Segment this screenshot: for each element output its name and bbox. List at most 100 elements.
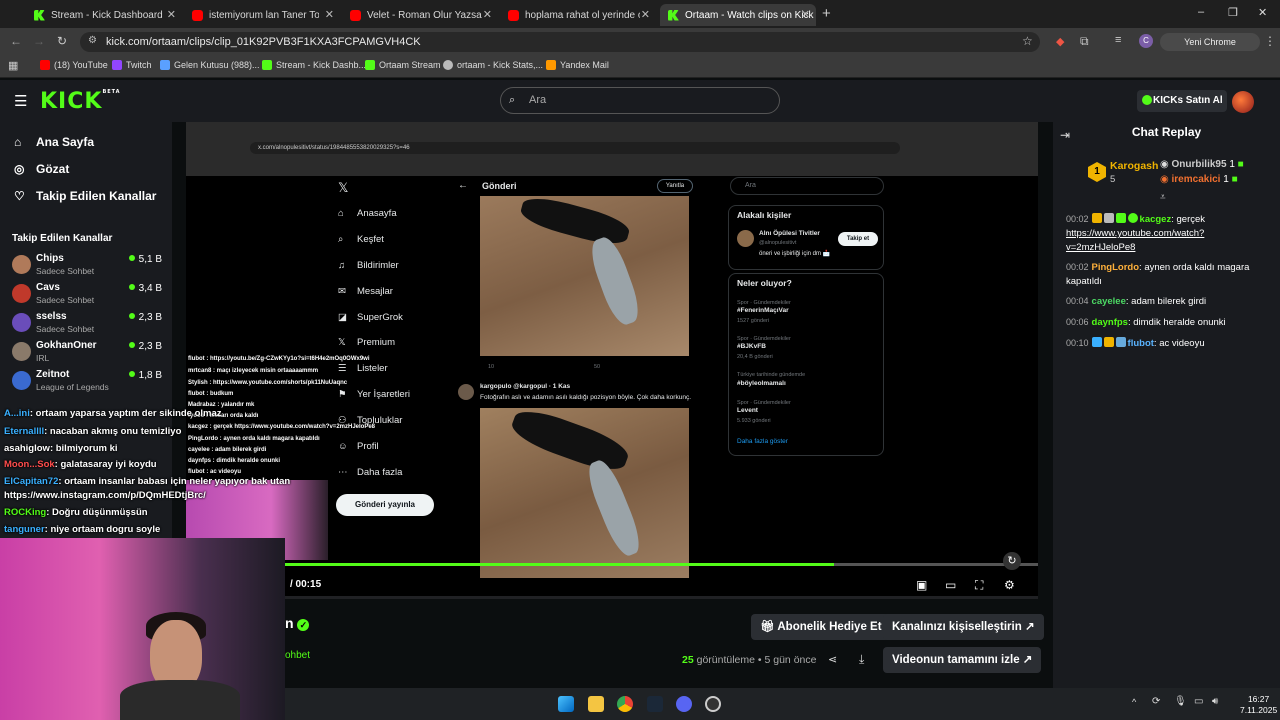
pip-icon[interactable]: ▣ — [916, 578, 927, 592]
x-post-image — [480, 403, 689, 578]
bookmark-label: Yandex Mail — [560, 60, 609, 70]
followed-channel[interactable]: Zeitnot League of Legends 1,8 B — [12, 369, 162, 395]
channel-name: sselss — [36, 311, 67, 322]
video-time: / 00:15 — [290, 579, 322, 590]
fullscreen-icon[interactable]: ⛶ — [975, 578, 983, 593]
bookmark-youtube[interactable]: (18) YouTube — [40, 60, 108, 70]
display-icon[interactable]: ▭ — [1194, 696, 1203, 707]
logo-beta: BETA — [102, 89, 121, 95]
bookmark-star-icon[interactable]: ☆ — [1022, 34, 1033, 48]
close-icon[interactable]: ✕ — [641, 8, 650, 21]
gift-subscription-button[interactable]: 🎁︎ Abonelik Hediye Et — [751, 614, 891, 640]
twitch-icon — [112, 60, 122, 70]
site-info-icon[interactable]: ⚙ — [88, 35, 97, 46]
bookmark-yandex-mail[interactable]: Yandex Mail — [546, 60, 609, 70]
customize-channel-button[interactable]: Kanalınızı kişiselleştirin ↗ — [883, 614, 1044, 640]
chrome-update-button[interactable]: Yeni Chrome kullanılabilir — [1160, 33, 1260, 65]
grok-icon: ◪ — [338, 312, 347, 323]
sidebar-item-home[interactable]: ⌂ Ana Sayfa — [14, 135, 94, 149]
inner-chat-line: PingLordo : aynen orda kaldı magara kapa… — [188, 436, 320, 442]
followed-channel[interactable]: Chips Sadece Sohbet 5,1 B — [12, 253, 162, 279]
clip-age: 5 gün önce — [764, 654, 817, 666]
close-icon[interactable]: ✕ — [325, 8, 334, 21]
trend-category: Türkiye tarihinde gündemde — [737, 372, 806, 378]
profile-avatar[interactable]: C — [1139, 34, 1153, 48]
replay-icon[interactable]: ↻ — [1003, 552, 1021, 570]
browser-tab-ortaam-clips[interactable]: Ortaam - Watch clips on Kick ✕ — [660, 4, 816, 26]
browser-tab-kick-dashboard[interactable]: Stream - Kick Dashboard ✕ — [26, 4, 182, 26]
sidebar-item-following[interactable]: ♡ Takip Edilen Kanallar — [14, 189, 156, 203]
kick-logo[interactable]: KICKBETA — [40, 89, 121, 114]
chat-message: 00:04 cayelee: adam bilerek girdi — [1066, 296, 1207, 307]
browser-tab-youtube-2[interactable]: Velet - Roman Olur Yazsam Sen✕ — [342, 4, 498, 26]
close-icon[interactable]: ✕ — [167, 8, 176, 21]
browser-tab-youtube-3[interactable]: hoplama rahat ol yerinde otur✕ — [500, 4, 656, 26]
url-bar[interactable]: kick.com/ortaam/clips/clip_01K92PVB3F1KX… — [80, 32, 1040, 52]
new-tab-button[interactable]: + — [822, 5, 831, 22]
search-input[interactable]: Ara — [500, 87, 780, 114]
bookmark-kick-stats[interactable]: ortaam - Kick Stats,... — [443, 60, 543, 70]
media-icon[interactable]: ≡ — [1115, 34, 1121, 46]
forward-icon[interactable]: → — [33, 34, 45, 48]
extensions-puzzle-icon[interactable]: ⧉ — [1080, 34, 1089, 49]
chat-user[interactable]: cayelee — [1092, 296, 1126, 307]
chrome-icon[interactable] — [617, 696, 633, 712]
share-icon[interactable]: ⋖ — [828, 653, 837, 666]
download-icon[interactable]: ⤓ — [859, 652, 864, 667]
reload-icon[interactable]: ↻ — [57, 34, 67, 48]
back-icon[interactable]: ← — [10, 34, 22, 48]
chat-user: asahiglow — [4, 443, 50, 454]
tray-chevron-icon[interactable]: ^ — [1132, 697, 1136, 707]
top-gifter-name[interactable]: Karogash — [1110, 160, 1158, 172]
extension-icon[interactable]: ◆ — [1056, 35, 1064, 48]
watch-full-video-button[interactable]: Videonun tamamını izle ↗ — [883, 647, 1042, 673]
channel-category[interactable]: ohbet — [285, 650, 310, 661]
chat-user[interactable]: flubot — [1128, 338, 1154, 349]
chat-text: gerçek — [1176, 214, 1206, 225]
close-icon[interactable]: ✕ — [483, 8, 492, 21]
theater-mode-icon[interactable]: ▭ — [945, 578, 956, 592]
inner-chat-line: flubot : ac videoyu — [188, 469, 242, 475]
chat-user: ROCKing — [4, 507, 47, 518]
channel-name[interactable]: n ✓ — [285, 615, 310, 631]
followed-channel[interactable]: sselss Sadece Sohbet 2,3 B — [12, 311, 162, 337]
discord-icon[interactable] — [676, 696, 692, 712]
chat-link[interactable]: https://www.youtube.com/watch?v=2mzHJelo… — [1066, 228, 1204, 253]
chat-user[interactable]: daynfps — [1092, 317, 1128, 328]
sidebar-item-browse[interactable]: ◎ Gözat — [14, 162, 69, 176]
microphone-icon[interactable]: 🎙︎ — [1174, 696, 1187, 707]
overlay-chat-line: ElCapitan72: ortaam insanlar babası için… — [4, 476, 290, 487]
views-label: görüntüleme — [696, 654, 755, 666]
top-gifter-row[interactable]: ◉ Onurbilik95 1 ■ — [1160, 159, 1244, 170]
user-avatar[interactable] — [1232, 91, 1254, 113]
bookmark-kick-dashboard[interactable]: Stream - Kick Dashb... — [262, 60, 366, 70]
bookmark-gmail[interactable]: Gelen Kutusu (988)... — [160, 60, 260, 70]
volume-icon[interactable]: 🔊︎ — [1212, 696, 1218, 707]
steam-icon[interactable] — [647, 696, 663, 712]
followed-channel[interactable]: Cavs Sadece Sohbet 3,4 B — [12, 282, 162, 308]
avatar — [458, 384, 474, 400]
bookmark-twitch[interactable]: Twitch — [112, 60, 152, 70]
taskbar-clock[interactable]: 16:27 7.11.2025 — [1240, 694, 1277, 716]
restore-button[interactable]: ❐ — [1228, 6, 1238, 19]
browser-tab-youtube-1[interactable]: istemiyorum lan Taner Tolga Ta ✕ — [184, 4, 340, 26]
menu-kebab-icon[interactable]: ⋮ — [1264, 34, 1276, 48]
followed-channel[interactable]: GokhanOner IRL 2,3 B — [12, 340, 162, 366]
obs-icon[interactable] — [705, 696, 721, 712]
minimize-button[interactable]: – — [1198, 6, 1204, 18]
viewer-count: 5,1 B — [129, 254, 162, 265]
chat-user[interactable]: kacgez — [1140, 214, 1172, 225]
network-icon[interactable]: ⟳ — [1152, 696, 1160, 707]
close-icon[interactable]: ✕ — [801, 8, 810, 21]
hamburger-menu-icon[interactable]: ☰ — [14, 92, 27, 110]
top-gifter-row[interactable]: ◉ iremcakici 1 ■ — [1160, 174, 1238, 185]
apps-grid-icon[interactable]: ▦ — [8, 59, 18, 72]
bookmark-ortaam-stream[interactable]: Ortaam Stream — [365, 60, 441, 70]
settings-icon[interactable]: ⚙ — [1004, 578, 1015, 592]
file-explorer-icon[interactable] — [588, 696, 604, 712]
chat-user[interactable]: PingLordo — [1092, 262, 1140, 273]
home-icon: ⌂ — [338, 208, 344, 219]
close-window-button[interactable]: ✕ — [1258, 6, 1267, 19]
expand-chevron-icon[interactable]: ⩡ — [1160, 192, 1166, 203]
windows-start-icon[interactable] — [558, 696, 574, 712]
